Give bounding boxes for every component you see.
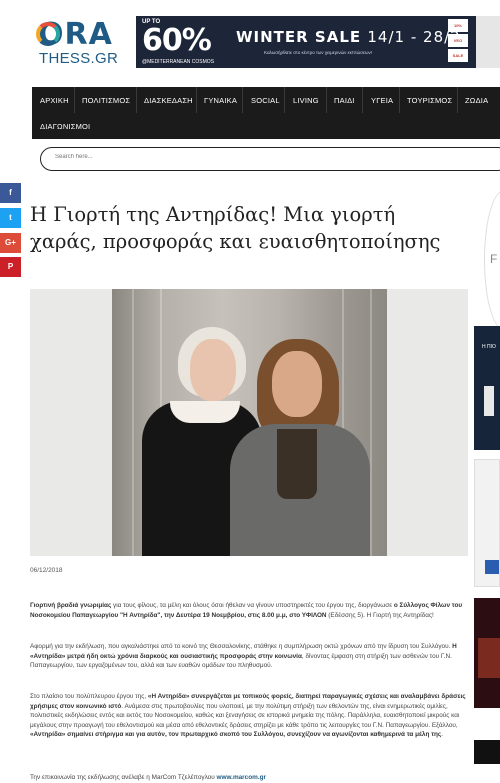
facebook-icon: f (9, 188, 12, 197)
logo-subtitle: THESS.GR (39, 50, 119, 67)
nav-item-tourism[interactable]: ΤΟΥΡΙΣΜΟΣ (407, 96, 452, 105)
banner-headline-text: WINTER SALE (236, 28, 362, 46)
twitter-icon: t (9, 213, 12, 222)
nav-item-living[interactable]: LIVING (293, 96, 319, 105)
nav-item-home[interactable]: ΑΡΧΙΚΗ (40, 96, 69, 105)
sidebar-letter: F (490, 252, 498, 266)
article-photo (30, 289, 468, 556)
person-left-collar (170, 401, 240, 423)
nav-item-social[interactable]: SOCIAL (251, 96, 280, 105)
article-paragraph: Αφορμή για την εκδήλωση, που αγκαλιάστηκ… (30, 642, 468, 671)
banner-subtitle: Καλωσήρθατε στο κέντρο των χειμερινών εκ… (264, 50, 372, 55)
sidebar-ad-4[interactable] (474, 740, 500, 764)
nav-divider (362, 87, 363, 113)
article-title: Η Γιορτή της Αντηρίδας! Μια γιορτή χαράς… (30, 203, 441, 253)
sidebar-ad-3-building (478, 638, 500, 678)
sidebar-ad-2-logo (485, 560, 499, 574)
sidebar-ad[interactable]: Η ΠΙΟ (474, 326, 500, 450)
banner-dates: 14/1 - 28/2 (367, 28, 461, 46)
banner-headline: WINTER SALE 14/1 - 28/2 (236, 28, 461, 46)
logo-ring-icon (36, 22, 60, 46)
banner-badge: 10% (448, 19, 468, 32)
sidebar-ad-text: Η ΠΙΟ (482, 344, 496, 350)
banner-badge: VEO (448, 34, 468, 47)
nav-item-culture[interactable]: ΠΟΛΙΤΙΣΜΟΣ (82, 96, 130, 105)
para-bold: Γιορτινή βραδιά γνωριμίας (30, 602, 112, 609)
search-input[interactable] (53, 153, 357, 161)
pinterest-share-button[interactable]: P (0, 257, 21, 277)
banner-badges: 10% VEO SALE (448, 19, 468, 65)
banner-edge (476, 16, 500, 68)
article-paragraph: Την επικοινωνία της εκδήλωσης ανέλαβε η … (30, 773, 468, 783)
nav-divider (399, 87, 400, 113)
para-text: για τους φίλους, τα μέλη και όλους όσοι … (111, 602, 394, 609)
main-nav: ΑΡΧΙΚΗ ΠΟΛΙΤΙΣΜΟΣ ΔΙΑΣΚΕΔΑΣΗ ΓΥΝΑΙΚΑ SOC… (32, 87, 500, 139)
article-paragraph: Γιορτινή βραδιά γνωριμίας για τους φίλου… (30, 601, 468, 620)
nav-divider (284, 87, 285, 113)
nav-divider (196, 87, 197, 113)
sidebar-ad-figure (484, 386, 494, 416)
banner-percent: 60% (142, 23, 212, 58)
twitter-share-button[interactable]: t (0, 208, 21, 228)
nav-divider (457, 87, 458, 113)
para-text: Στο πλαίσιο του πολύπλευρου έργου της, (30, 693, 148, 700)
marcom-link[interactable]: www.marcom.gr (217, 774, 266, 781)
nav-item-health[interactable]: ΥΓΕΙΑ (371, 96, 393, 105)
sidebar-ad-3[interactable] (474, 598, 500, 708)
photo-content (112, 289, 387, 556)
para-bold: «Αντηρίδα» σημαίνει στήριγμα και για αυτ… (30, 731, 442, 739)
nav-item-zodiac[interactable]: ΖΩΔΙΑ (465, 96, 488, 105)
para-text: (Εδέσσης 5). Η Γιορτή της Αντηρίδας! (326, 611, 434, 619)
banner-badge: SALE (448, 49, 468, 62)
search-bar (40, 147, 500, 171)
article-date: 06/12/2018 (30, 567, 63, 574)
para-text: . (441, 731, 444, 739)
nav-item-woman[interactable]: ΓΥΝΑΙΚΑ (204, 96, 237, 105)
banner-brand: @MEDITERRANEAN COSMOS (142, 59, 215, 65)
photo-stripe (370, 289, 372, 556)
pinterest-icon: P (7, 262, 14, 271)
sidebar-ad-2[interactable] (474, 459, 500, 587)
google-plus-icon: G+ (5, 238, 16, 247)
google-plus-share-button[interactable]: G+ (0, 233, 21, 253)
person-right-face (272, 351, 322, 417)
nav-divider (326, 87, 327, 113)
photo-stripe (132, 289, 134, 556)
facebook-share-button[interactable]: f (0, 183, 21, 203)
para-text: Αφορμή για την εκδήλωση, που αγκαλιάστηκ… (30, 643, 453, 650)
nav-divider (136, 87, 137, 113)
person-left-face (190, 339, 236, 401)
site-logo[interactable]: ORA THESS.GR (36, 20, 120, 68)
article-paragraph: Στο πλαίσιο του πολύπλευρου έργου της, «… (30, 692, 468, 740)
header-banner-ad[interactable]: UP TO 60% WINTER SALE 14/1 - 28/2 Καλωσή… (136, 16, 476, 68)
nav-item-entertainment[interactable]: ΔΙΑΣΚΕΔΑΣΗ (144, 96, 193, 105)
nav-divider (74, 87, 75, 113)
para-text: Την επικοινωνία της εκδήλωσης ανέλαβε η … (30, 774, 217, 781)
nav-item-child[interactable]: ΠΑΙΔΙ (334, 96, 355, 105)
person-right-top (277, 429, 317, 499)
nav-divider (242, 87, 243, 113)
nav-item-contests[interactable]: ΔΙΑΓΩΝΙΣΜΟΙ (40, 122, 90, 131)
